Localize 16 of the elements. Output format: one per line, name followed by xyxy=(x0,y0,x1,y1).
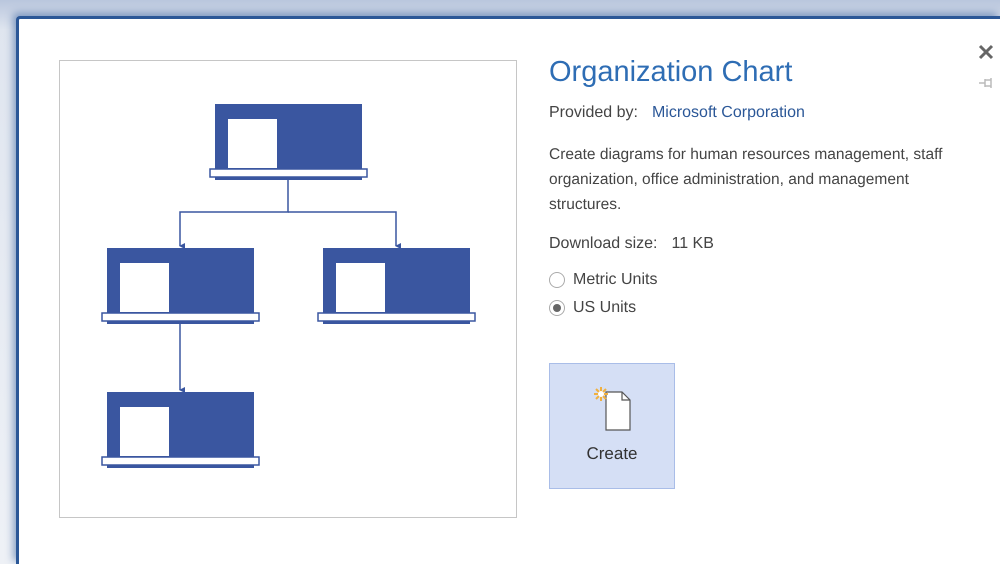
radio-button[interactable] xyxy=(549,300,565,316)
radio-label: Metric Units xyxy=(573,271,658,289)
download-size-value: 11 KB xyxy=(672,235,714,253)
connector-arrow xyxy=(179,324,185,393)
close-icon[interactable] xyxy=(978,44,994,60)
create-button[interactable]: Create xyxy=(549,363,675,489)
template-description: Create diagrams for human resources management, staff organization, office administration, and management structures. xyxy=(549,145,944,215)
radio-button[interactable] xyxy=(549,272,565,288)
provider-label: Provided by: xyxy=(549,104,638,122)
radio-label: US Units xyxy=(573,299,636,317)
template-title: Organization Chart xyxy=(549,55,794,90)
download-size-label: Download size: xyxy=(549,235,658,253)
unit-radio-option[interactable]: Metric Units xyxy=(549,271,658,289)
new-document-icon xyxy=(592,386,632,432)
provider-link[interactable]: Microsoft Corporation xyxy=(652,104,805,122)
unit-radio-option[interactable]: US Units xyxy=(549,299,636,317)
